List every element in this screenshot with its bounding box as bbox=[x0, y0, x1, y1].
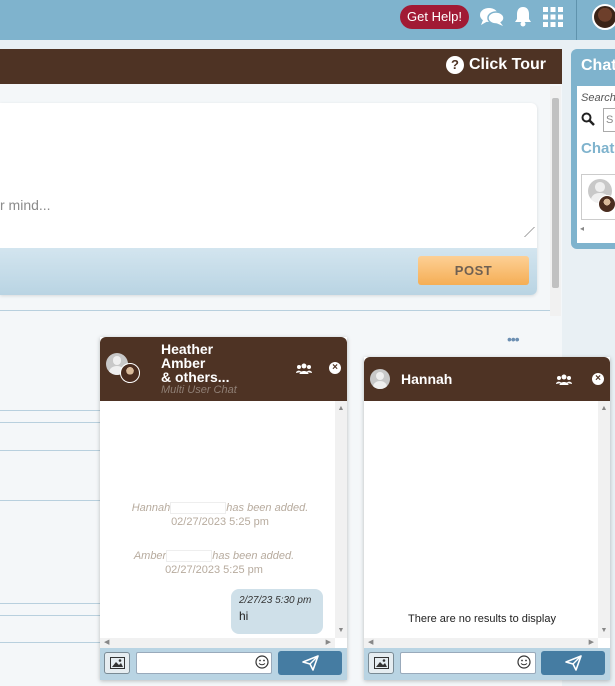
bubble-text: hi bbox=[239, 609, 249, 623]
attach-image-button[interactable] bbox=[104, 652, 130, 674]
divider bbox=[0, 603, 100, 604]
post-input[interactable]: r mind... bbox=[0, 197, 51, 213]
emoji-icon[interactable] bbox=[517, 655, 531, 669]
user-avatar[interactable] bbox=[592, 4, 615, 30]
message-text: has been added. bbox=[212, 550, 295, 562]
send-icon bbox=[302, 655, 319, 671]
close-icon[interactable]: × bbox=[329, 362, 341, 374]
divider bbox=[0, 410, 100, 411]
chat-participant-name: & others... bbox=[161, 369, 230, 385]
chat-bubble: 2/27/23 5:30 pm hi bbox=[231, 589, 323, 634]
avatar bbox=[120, 363, 140, 383]
avatar bbox=[370, 369, 390, 389]
chat-hscrollbar[interactable]: ◀ ▶ bbox=[364, 638, 598, 648]
emoji-icon[interactable] bbox=[255, 655, 269, 669]
hannah-chat-messages: There are no results to display bbox=[364, 401, 598, 638]
message-timestamp: 02/27/2023 5:25 pm bbox=[171, 516, 269, 528]
attach-image-button[interactable] bbox=[368, 652, 394, 674]
group-chat-messages: Hannah has been added. 02/27/2023 5:25 pm… bbox=[100, 401, 335, 638]
empty-state-text: There are no results to display bbox=[408, 613, 556, 625]
search-value: S bbox=[606, 114, 614, 126]
send-button[interactable] bbox=[541, 651, 605, 675]
divider bbox=[0, 615, 100, 616]
main-header-bar: ? Click Tour bbox=[0, 49, 562, 84]
post-button[interactable]: POST bbox=[418, 256, 529, 285]
divider bbox=[0, 642, 100, 643]
scroll-thumb[interactable] bbox=[552, 98, 559, 288]
chat-participant-name: Amber bbox=[161, 355, 206, 371]
chat-bubbles-icon[interactable] bbox=[479, 6, 505, 33]
hannah-chat-window: Hannah × There are no results to display… bbox=[364, 357, 610, 680]
bubble-timestamp: 2/27/23 5:30 pm bbox=[239, 595, 312, 606]
post-footer: POST bbox=[0, 248, 537, 295]
chat-scrollbar[interactable]: ▲ ▼ bbox=[335, 401, 347, 638]
search-label: Search bbox=[581, 92, 615, 104]
divider bbox=[0, 450, 100, 451]
message-input[interactable] bbox=[136, 652, 272, 674]
message-timestamp: 02/27/2023 5:25 pm bbox=[165, 564, 263, 576]
group-chat-footer bbox=[100, 648, 347, 680]
bell-icon[interactable] bbox=[514, 6, 532, 32]
grid-icon[interactable] bbox=[543, 7, 563, 32]
message-user: Hannah bbox=[131, 502, 171, 514]
group-chat-window: Heather Amber & others... Multi User Cha… bbox=[100, 337, 347, 680]
get-help-button[interactable]: Get Help! bbox=[400, 5, 469, 29]
image-icon bbox=[374, 657, 389, 669]
divider bbox=[0, 500, 100, 501]
search-icon[interactable] bbox=[581, 112, 595, 131]
resize-grip-icon[interactable] bbox=[515, 227, 535, 237]
chat-participant-name: Hannah bbox=[401, 371, 453, 387]
chat-sidebar-body: Search S Chat ◂ bbox=[577, 86, 615, 243]
send-icon bbox=[565, 655, 582, 671]
click-tour-label: Click Tour bbox=[468, 56, 546, 73]
top-navigation-bar: Get Help! bbox=[0, 0, 615, 40]
redacted-name bbox=[170, 502, 227, 515]
image-icon bbox=[110, 657, 125, 669]
post-composer: r mind... POST bbox=[0, 103, 537, 295]
redacted-name bbox=[166, 550, 213, 563]
group-chat-header[interactable]: Heather Amber & others... Multi User Cha… bbox=[100, 337, 347, 401]
chat-sidebar: Chat Search S Chat ◂ bbox=[571, 49, 615, 249]
message-text: has been added. bbox=[226, 502, 309, 514]
hannah-chat-footer bbox=[364, 648, 610, 680]
search-input[interactable]: S bbox=[603, 108, 615, 132]
message-user: Amber bbox=[133, 550, 167, 562]
divider bbox=[0, 422, 100, 423]
question-icon: ? bbox=[445, 56, 464, 74]
chat-sidebar-title: Chat bbox=[581, 57, 615, 74]
system-message: Amber has been added. 02/27/2023 5:25 pm bbox=[100, 549, 334, 577]
click-tour-button[interactable]: ? Click Tour bbox=[445, 56, 546, 74]
divider bbox=[0, 310, 550, 311]
avatar bbox=[598, 195, 615, 213]
chat-hscrollbar[interactable]: ◀ ▶ bbox=[100, 638, 335, 648]
more-options-icon[interactable]: ••• bbox=[507, 331, 520, 347]
users-icon[interactable] bbox=[556, 373, 572, 391]
system-message: Hannah has been added. 02/27/2023 5:25 pm bbox=[100, 501, 335, 529]
users-icon[interactable] bbox=[296, 362, 312, 380]
chat-participant-name: Heather bbox=[161, 341, 214, 357]
send-button[interactable] bbox=[278, 651, 342, 675]
hannah-chat-header[interactable]: Hannah × bbox=[364, 357, 610, 401]
message-input[interactable] bbox=[400, 652, 536, 674]
chat-subtitle: Multi User Chat bbox=[161, 384, 237, 396]
close-icon[interactable]: × bbox=[592, 373, 604, 385]
chat-scrollbar[interactable]: ▲ ▼ bbox=[598, 401, 610, 638]
main-scrollbar[interactable] bbox=[550, 86, 561, 316]
chat-contact-card[interactable] bbox=[581, 174, 615, 220]
divider bbox=[576, 0, 577, 40]
chat-section-title: Chat bbox=[581, 140, 615, 157]
chat-sidebar-scrollbar[interactable]: ◂ bbox=[577, 224, 615, 234]
